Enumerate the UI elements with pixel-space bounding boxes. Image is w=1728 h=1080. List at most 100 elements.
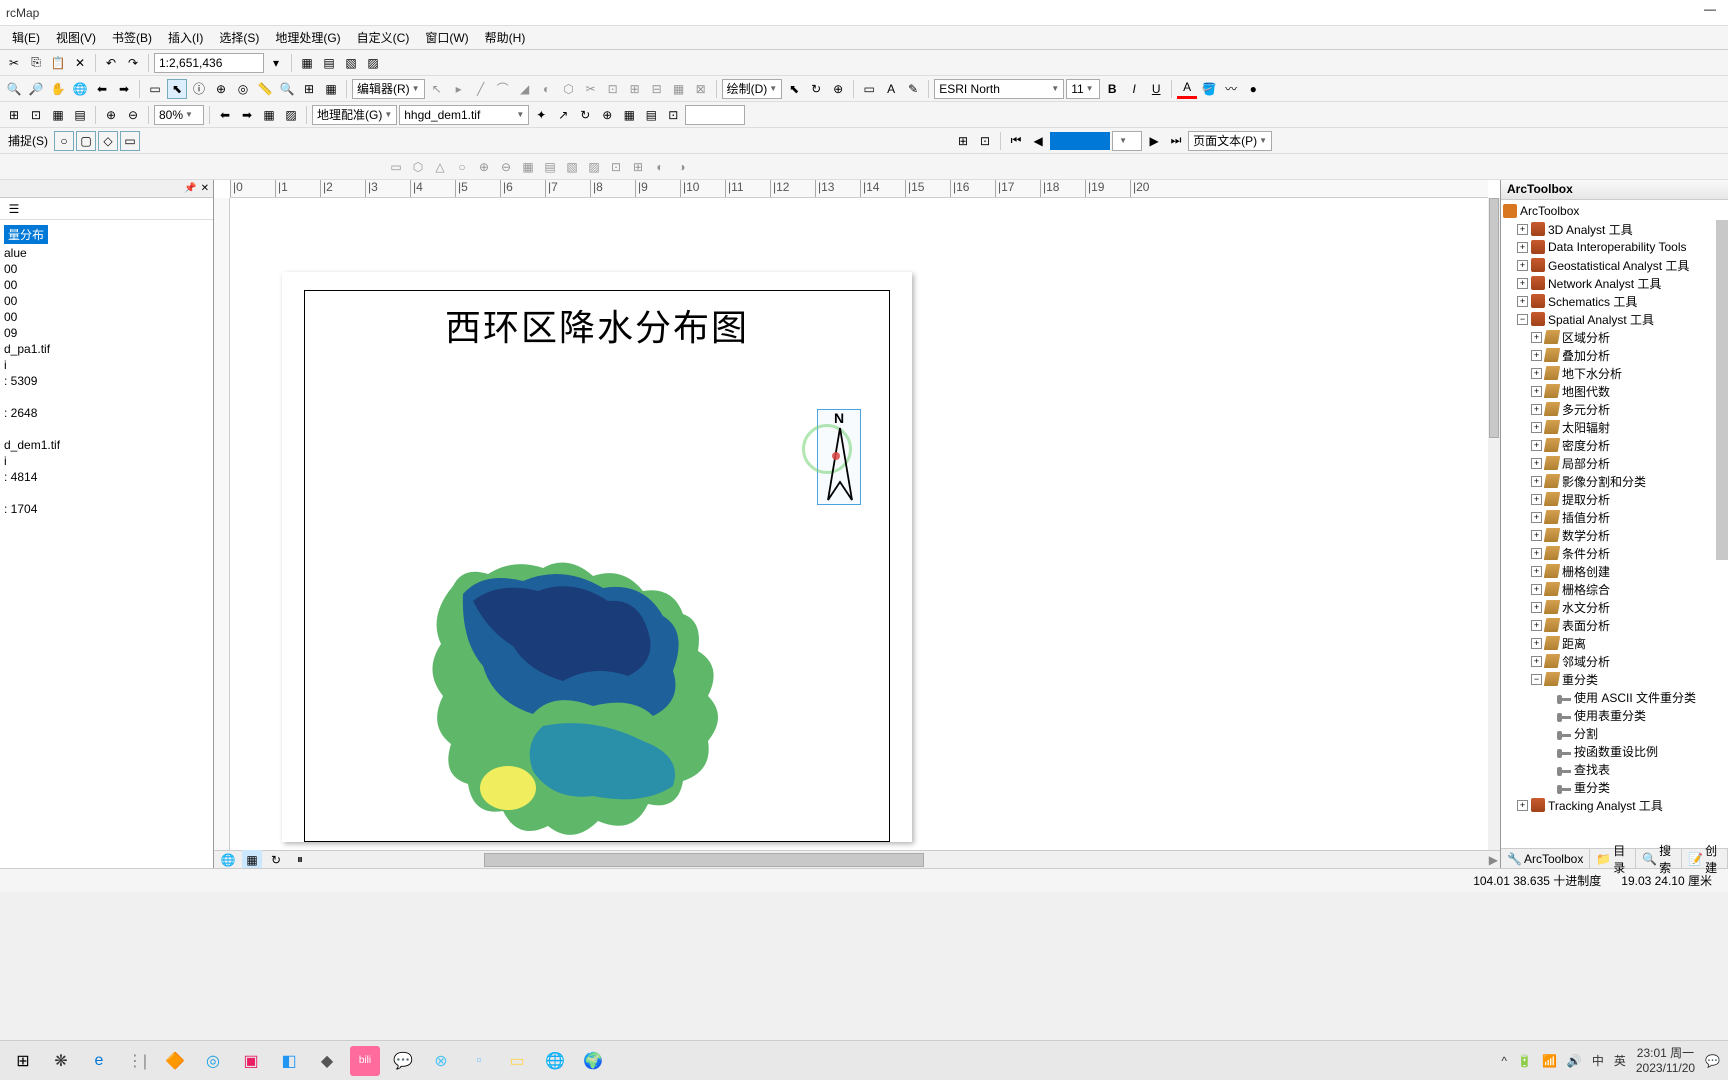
linecolor-icon[interactable]: 〰: [1221, 79, 1241, 99]
toc-item[interactable]: [4, 421, 209, 437]
tool-icon[interactable]: ⊡: [975, 131, 995, 151]
paste-icon[interactable]: 📋: [48, 53, 68, 73]
task-app-icon[interactable]: ⋮|: [122, 1046, 152, 1076]
select-icon[interactable]: ▭: [145, 79, 165, 99]
vertical-scrollbar[interactable]: [1488, 198, 1500, 852]
notification-icon[interactable]: 💬: [1705, 1054, 1720, 1068]
find-icon[interactable]: 🔍: [277, 79, 297, 99]
tree-root[interactable]: ArcToolbox: [1503, 202, 1726, 220]
toolset-item[interactable]: −重分类: [1503, 670, 1726, 688]
toolset-item[interactable]: +地下水分析: [1503, 364, 1726, 382]
toolset-item[interactable]: +邻域分析: [1503, 652, 1726, 670]
fullextent-icon[interactable]: 🌐: [70, 79, 90, 99]
toolset-item[interactable]: +水文分析: [1503, 598, 1726, 616]
tool-icon[interactable]: ⊡: [663, 105, 683, 125]
menu-help[interactable]: 帮助(H): [477, 26, 534, 49]
edit-text-icon[interactable]: ✎: [903, 79, 923, 99]
snap-vertex-icon[interactable]: ◇: [98, 131, 118, 151]
menu-geoprocessing[interactable]: 地理处理(G): [267, 26, 348, 49]
tool-icon[interactable]: ⊡: [606, 157, 626, 177]
next-extent-icon[interactable]: ➡: [114, 79, 134, 99]
undo-icon[interactable]: ↶: [101, 53, 121, 73]
bold-icon[interactable]: B: [1102, 79, 1122, 99]
clock[interactable]: 23:01 周一 2023/11/20: [1636, 1046, 1695, 1075]
task-app-icon[interactable]: ❋: [46, 1046, 76, 1076]
toolset-item[interactable]: +影像分割和分类: [1503, 472, 1726, 490]
tool-icon[interactable]: ⊕: [597, 105, 617, 125]
tool-icon[interactable]: ➡: [237, 105, 257, 125]
task-app-icon[interactable]: ▭: [502, 1046, 532, 1076]
text-icon[interactable]: A: [881, 79, 901, 99]
page-selector[interactable]: [1050, 132, 1110, 150]
redo-icon[interactable]: ↷: [123, 53, 143, 73]
toc-item[interactable]: : 1704: [4, 501, 209, 517]
tool-item[interactable]: 按函数重设比例: [1503, 742, 1726, 760]
tab-create[interactable]: 📝创建: [1682, 849, 1728, 868]
zoomin-icon[interactable]: 🔍: [4, 79, 24, 99]
toc-item[interactable]: 00: [4, 261, 209, 277]
menu-window[interactable]: 窗口(W): [417, 26, 476, 49]
tool-item[interactable]: 重分类: [1503, 778, 1726, 796]
tool-icon[interactable]: ▤: [70, 105, 90, 125]
tool-icon[interactable]: ▦: [259, 105, 279, 125]
toolbox-item[interactable]: +Tracking Analyst 工具: [1503, 796, 1726, 814]
tool-icon[interactable]: ⊖: [123, 105, 143, 125]
select-element-icon[interactable]: ⬉: [784, 79, 804, 99]
edit-tool-icon[interactable]: ✂: [581, 79, 601, 99]
tool-item[interactable]: 使用表重分类: [1503, 706, 1726, 724]
tool-icon[interactable]: ◑: [672, 157, 692, 177]
toolset-item[interactable]: +插值分析: [1503, 508, 1726, 526]
prev-extent-icon[interactable]: ⬅: [92, 79, 112, 99]
toolset-item[interactable]: +地图代数: [1503, 382, 1726, 400]
tool-icon[interactable]: ▦: [297, 53, 317, 73]
data-view-icon[interactable]: 🌐: [218, 850, 238, 869]
tool-icon[interactable]: ◐: [650, 157, 670, 177]
toolbox-item[interactable]: +Data Interoperability Tools: [1503, 238, 1726, 256]
menu-view[interactable]: 视图(V): [48, 26, 104, 49]
tool-icon[interactable]: ▤: [319, 53, 339, 73]
prev-icon[interactable]: ◀: [1028, 131, 1048, 151]
toolset-item[interactable]: +太阳辐射: [1503, 418, 1726, 436]
toc-item[interactable]: [4, 389, 209, 405]
tool-icon[interactable]: ▧: [341, 53, 361, 73]
toolbox-item[interactable]: +3D Analyst 工具: [1503, 220, 1726, 238]
toc-item[interactable]: : 4814: [4, 469, 209, 485]
toc-item[interactable]: 00: [4, 277, 209, 293]
toolset-item[interactable]: +栅格综合: [1503, 580, 1726, 598]
italic-icon[interactable]: I: [1124, 79, 1144, 99]
volume-icon[interactable]: 🔊: [1567, 1054, 1582, 1068]
edit-tool-icon[interactable]: ╱: [471, 79, 491, 99]
next-icon[interactable]: ▶: [1144, 131, 1164, 151]
tool-icon[interactable]: ⊖: [496, 157, 516, 177]
tool-icon[interactable]: ○: [452, 157, 472, 177]
tool-icon[interactable]: ✦: [531, 105, 551, 125]
toolset-item[interactable]: +密度分析: [1503, 436, 1726, 454]
map-canvas[interactable]: |0|1|2|3|4|5|6|7|8|9|10|11|12|13|14|15|1…: [214, 180, 1500, 868]
scale-input[interactable]: [154, 53, 264, 73]
last-icon[interactable]: ⏭: [1166, 131, 1186, 151]
arcmap-icon[interactable]: 🌍: [578, 1046, 608, 1076]
task-app-icon[interactable]: ◧: [274, 1046, 304, 1076]
toolset-item[interactable]: +区域分析: [1503, 328, 1726, 346]
edit-tool-icon[interactable]: ⬡: [559, 79, 579, 99]
toc-item[interactable]: d_pa1.tif: [4, 341, 209, 357]
task-app-icon[interactable]: ◎: [198, 1046, 228, 1076]
tool-icon[interactable]: ▦: [518, 157, 538, 177]
cut-icon[interactable]: ✂: [4, 53, 24, 73]
measure-icon[interactable]: 📏: [255, 79, 275, 99]
wechat-icon[interactable]: 💬: [388, 1046, 418, 1076]
start-icon[interactable]: ⊞: [8, 1046, 38, 1076]
pin-icon[interactable]: 📌: [184, 183, 196, 194]
dropdown-icon[interactable]: ▾: [266, 53, 286, 73]
close-icon[interactable]: ✕: [201, 183, 209, 194]
tool-icon[interactable]: ▧: [562, 157, 582, 177]
battery-icon[interactable]: 🔋: [1517, 1054, 1532, 1068]
arctoolbox-tree[interactable]: ArcToolbox +3D Analyst 工具+Data Interoper…: [1501, 200, 1728, 848]
tool-icon[interactable]: ⊞: [628, 157, 648, 177]
tool-icon[interactable]: ⊞: [4, 105, 24, 125]
marker-icon[interactable]: ●: [1243, 79, 1263, 99]
pagetext-dropdown[interactable]: 页面文本(P)▼: [1188, 131, 1272, 151]
toolset-item[interactable]: +多元分析: [1503, 400, 1726, 418]
tool-icon[interactable]: ⊕: [101, 105, 121, 125]
first-icon[interactable]: ⏮: [1006, 131, 1026, 151]
